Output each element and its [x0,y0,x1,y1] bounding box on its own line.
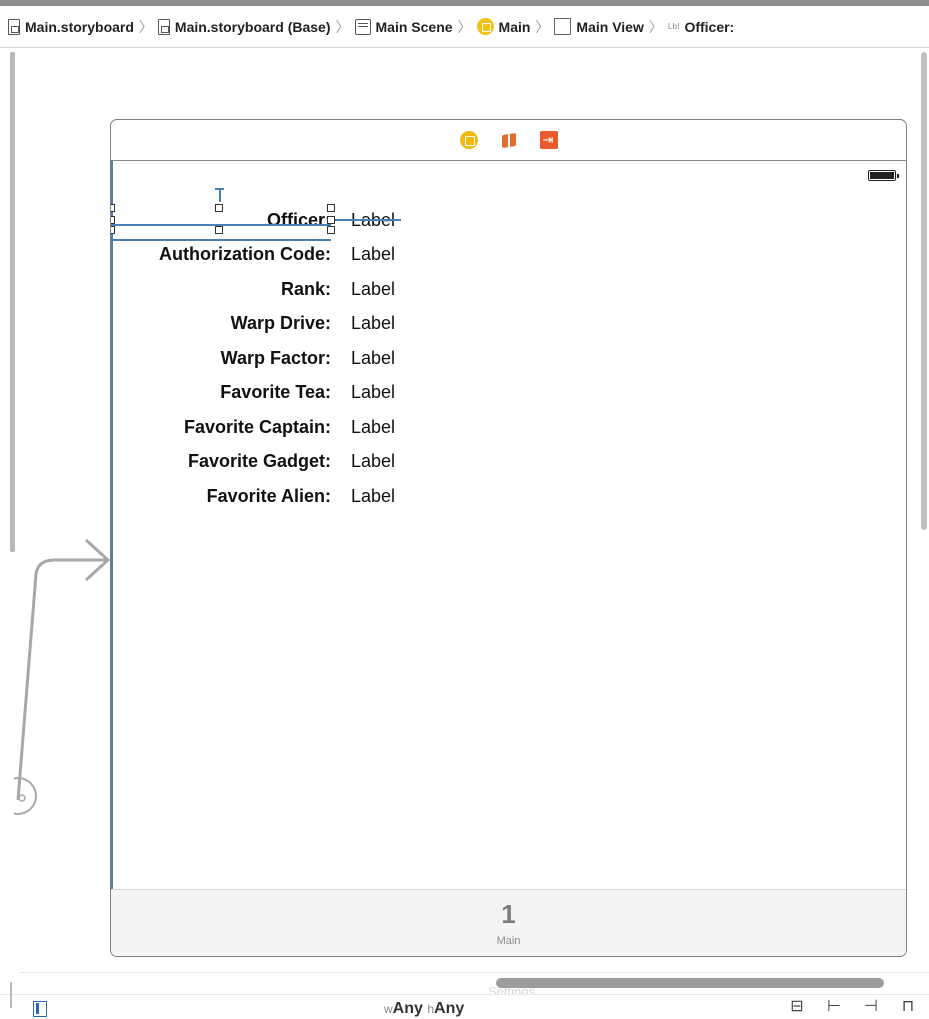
left-edge-rail [10,52,15,552]
scene-icon [354,18,371,35]
align-icon[interactable]: ⊟ [786,998,808,1016]
favorite-tea-value-label[interactable]: Label [351,377,395,407]
size-class-h-value: Any [434,1000,465,1017]
officer-key-label[interactable]: Officer: [267,205,331,235]
chevron-right-icon: 〉 [648,18,663,35]
resize-handle-right[interactable] [327,216,335,224]
favorite-alien-key-label[interactable]: Favorite Alien: [207,481,331,511]
tab-bar: 1 Main [111,889,906,956]
autolayout-tools: ⊟ ⊢ ⊣ ⊓ [786,998,919,1016]
label-row-warp-factor: Warp Factor: Label [111,343,511,373]
first-responder-icon[interactable] [500,131,518,149]
tab-item-icon[interactable]: 1 [501,899,515,929]
breadcrumb-label: Main View [576,18,644,35]
selection-bottom-line [111,239,331,241]
exit-icon[interactable] [539,131,558,149]
label-row-authorization-code: Authorization Code: Label [111,239,511,269]
breadcrumb-item-officer-label[interactable]: Lbl Officer: [668,19,734,35]
label-row-favorite-gadget: Favorite Gadget: Label [111,446,511,476]
resize-handle-left[interactable] [111,216,115,224]
resize-handle-top-left[interactable] [111,204,115,212]
favorite-captain-key-label[interactable]: Favorite Captain: [184,412,331,442]
label-row-favorite-tea: Favorite Tea: Label [111,377,511,407]
rank-key-label[interactable]: Rank: [281,274,331,304]
authorization-code-key-label[interactable]: Authorization Code: [159,239,331,269]
storyboard-file-icon [157,18,170,35]
favorite-alien-value-label[interactable]: Label [351,481,395,511]
chevron-right-icon: 〉 [535,18,550,35]
breadcrumb-label: Main.storyboard [25,18,134,35]
left-edge-rail-bottom [10,982,12,1008]
storyboard-file-icon [8,18,20,35]
breadcrumb-label: Main Scene [375,18,453,35]
resizing-behavior-icon[interactable]: ⊓ [897,998,919,1016]
breadcrumb-item-main-scene[interactable]: Main Scene [354,18,453,35]
breadcrumb-label: Officer: [684,18,735,35]
jump-bar: Main.storyboard 〉 Main.storyboard (Base)… [0,6,929,48]
selection-top-strut [219,188,221,202]
label-row-officer: Officer: Label [111,205,511,235]
chevron-right-icon: 〉 [335,18,350,35]
tab-item-label[interactable]: Main [497,935,521,947]
resize-handle-bottom-right[interactable] [327,226,335,234]
favorite-gadget-key-label[interactable]: Favorite Gadget: [188,446,331,476]
initial-view-controller-arrow[interactable] [14,530,114,830]
vertical-scrollbar[interactable] [921,52,927,530]
pin-icon[interactable]: ⊢ [823,998,845,1016]
warp-drive-value-label[interactable]: Label [351,308,395,338]
favorite-captain-value-label[interactable]: Label [351,412,395,442]
warp-factor-value-label[interactable]: Label [351,343,395,373]
resize-handle-bottom[interactable] [215,226,223,234]
breadcrumb-item-main-storyboard[interactable]: Main.storyboard [8,18,134,35]
resolve-issues-icon[interactable]: ⊣ [860,998,882,1016]
size-class-w-prefix: w [384,1002,393,1016]
label-row-favorite-alien: Favorite Alien: Label [111,481,511,511]
view-icon [554,18,572,35]
breadcrumb-label: Main.storyboard (Base) [174,18,331,35]
breadcrumb-label: Main [498,18,531,35]
label-row-favorite-captain: Favorite Captain: Label [111,412,511,442]
size-class-button[interactable]: wAny hAny [384,1000,464,1018]
selection-trailing-constraint [331,219,401,221]
authorization-code-value-label[interactable]: Label [351,239,395,269]
label-row-warp-drive: Warp Drive: Label [111,308,511,338]
breadcrumb-item-main[interactable]: Main [476,18,531,35]
chevron-right-icon: 〉 [138,18,153,35]
favorite-tea-key-label[interactable]: Favorite Tea: [220,377,331,407]
resize-handle-bottom-left[interactable] [111,226,115,234]
main-scene[interactable]: Officer: Label Authorization Code: Label… [110,119,907,957]
view-controller-icon[interactable] [459,131,478,149]
selection-strut-cap [215,188,224,190]
breadcrumb-item-main-storyboard-base[interactable]: Main.storyboard (Base) [157,18,331,35]
label-icon: Lbl [667,22,680,31]
warp-drive-key-label[interactable]: Warp Drive: [231,308,331,338]
favorite-gadget-value-label[interactable]: Label [351,446,395,476]
horizontal-scrollbar[interactable] [496,978,884,988]
document-outline-toggle-icon[interactable] [33,1001,47,1017]
battery-icon [868,170,899,181]
main-view-edge [111,161,113,901]
resize-handle-top[interactable] [215,204,223,212]
rank-value-label[interactable]: Label [351,274,395,304]
view-controller-icon [476,18,494,35]
chevron-right-icon: 〉 [457,18,472,35]
breadcrumb-item-main-view[interactable]: Main View [554,18,644,35]
scene-dock [111,120,906,161]
warp-factor-key-label[interactable]: Warp Factor: [221,343,331,373]
size-class-w-value: Any [392,1000,423,1017]
label-row-rank: Rank: Label [111,274,511,304]
resize-handle-top-right[interactable] [327,204,335,212]
